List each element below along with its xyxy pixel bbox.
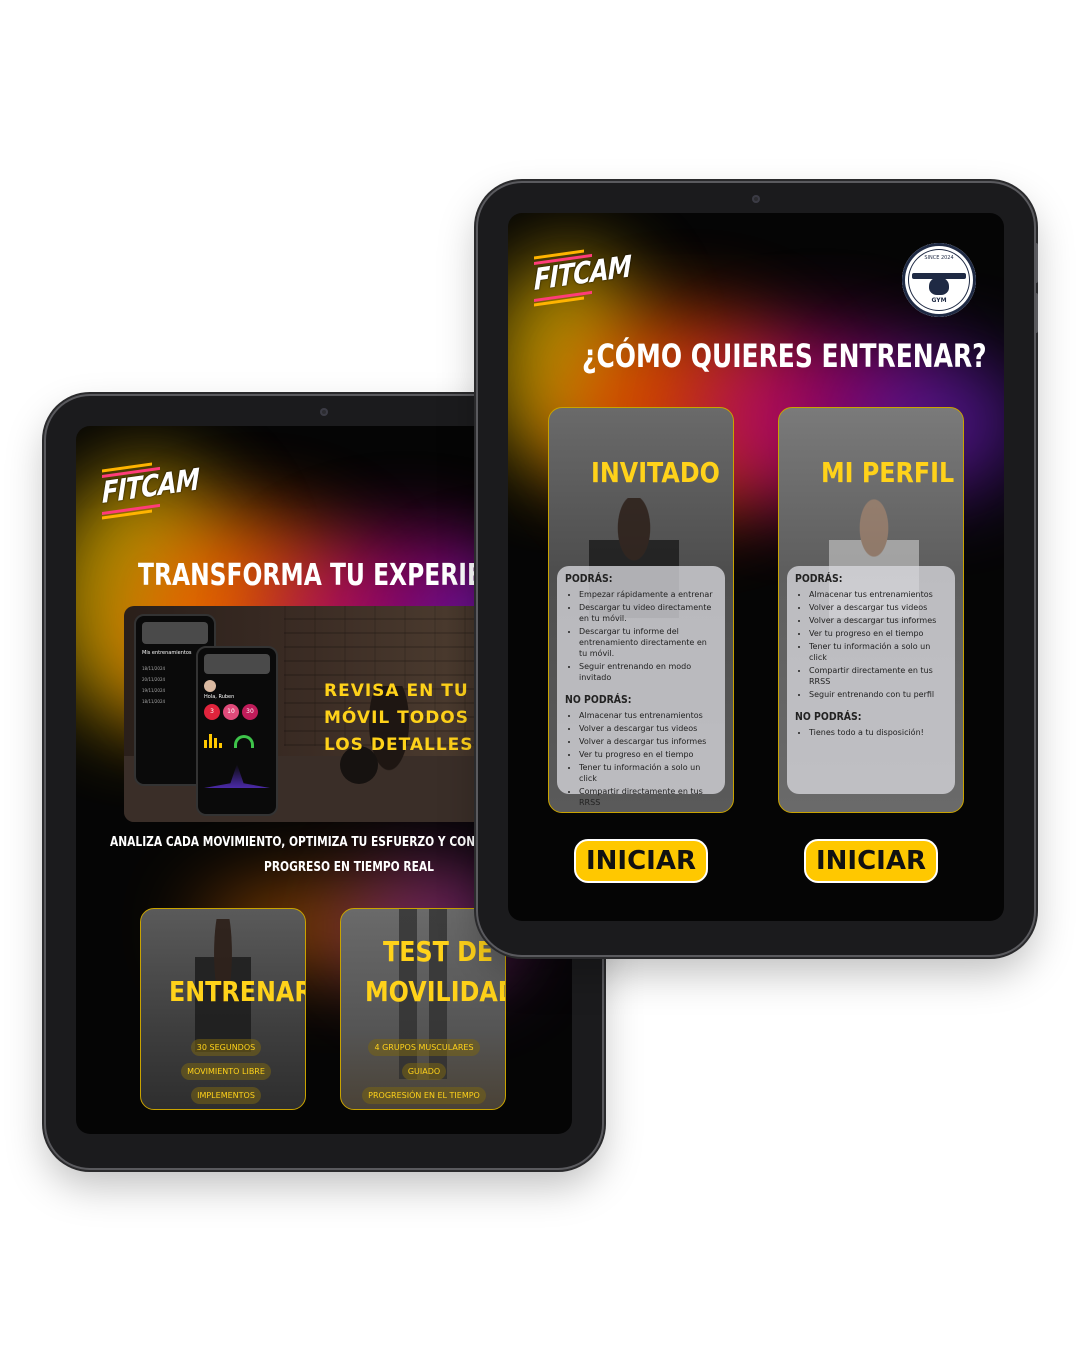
fitcam-logo: FITCAM (102, 462, 199, 522)
chip: 30 SEGUNDOS (190, 1039, 262, 1056)
tablet-right-screen: FITCAM SINCE 2024 GYM ¿CÓMO QUIERES ENTR… (508, 213, 1004, 921)
list-item: Volver a descargar tus informes (809, 615, 947, 626)
list-item: Ver tu progreso en el tiempo (809, 628, 947, 639)
stat-badge: 10 (223, 704, 239, 720)
promo-text: REVISA EN TU MÓVIL TODOS LOS DETALLES (324, 681, 474, 755)
phone-header-photo (142, 622, 208, 644)
option-title: MI PERFIL (821, 456, 955, 489)
can-list: Empezar rápidamente a entrenar Descargar… (565, 589, 717, 683)
card-chips: 4 GRUPOS MUSCULARES GUIADO PROGRESIÓN EN E… (349, 1035, 499, 1107)
side-button (1034, 293, 1038, 333)
list-item: Descargar tu video directamente en tu mó… (579, 602, 717, 624)
cannot-label: NO PODRÁS: (795, 710, 862, 723)
side-button (1034, 243, 1038, 283)
list-item: Empezar rápidamente a entrenar (579, 589, 717, 600)
chip: PROGRESIÓN EN EL TIEMPO (362, 1087, 486, 1104)
start-button-mi-perfil[interactable]: INICIAR (804, 839, 938, 883)
stat-badge: 3 (204, 704, 220, 720)
chip: 4 GRUPOS MUSCULARES (368, 1039, 480, 1056)
phone-bar-chart (204, 730, 270, 748)
card-title: ENTRENAR (169, 975, 306, 1008)
start-button-invitado[interactable]: INICIAR (574, 839, 708, 883)
subtitle-line-1: ANALIZA CADA MOVIMIENTO, OPTIMIZA TU ESF… (110, 835, 535, 850)
badge-bottom-text: GYM (931, 297, 947, 304)
chip: GUIADO (401, 1063, 447, 1080)
chip: MOVIMIENTO LIBRE (181, 1063, 271, 1080)
cannot-label: NO PODRÁS: (565, 693, 632, 706)
can-list: Almacenar tus entrenamientos Volver a de… (795, 589, 947, 700)
list-item: Tener tu información a solo un click (579, 762, 717, 784)
list-item: Almacenar tus entrenamientos (579, 710, 717, 721)
card-test-movilidad[interactable]: TEST DE MOVILIDAD 4 GRUPOS MUSCULARES GUI… (340, 908, 506, 1110)
badge-top-text: SINCE 2024 (924, 255, 954, 261)
camera-dot (752, 195, 760, 203)
card-title-line-2: MOVILIDAD (365, 975, 506, 1008)
tablet-right: FITCAM SINCE 2024 GYM ¿CÓMO QUIERES ENTR… (478, 183, 1038, 955)
list-item: Tener tu información a solo un click (809, 641, 947, 663)
list-item: Volver a descargar tus informes (579, 736, 717, 747)
fitcam-logo: FITCAM (534, 249, 631, 309)
phone-header-photo (204, 654, 270, 674)
phone-greeting: Hola, Ruben (204, 694, 235, 700)
kettlebell-icon (929, 277, 949, 295)
phone-large: Hola, Ruben 3 10 30 (196, 646, 278, 816)
chip: IMPLEMENTOS (191, 1087, 261, 1104)
card-entrenar[interactable]: ENTRENAR 30 SEGUNDOS MOVIMIENTO LIBRE IMPL… (140, 908, 306, 1110)
cannot-list: Tienes todo a tu disposición! (795, 727, 947, 738)
list-item: Seguir entrenando en modo invitado (579, 661, 717, 683)
option-card-invitado[interactable]: INVITADO PODRÁS: Empezar rápidamente a e… (548, 407, 734, 813)
list-item: Compartir directamente en tus RRSS (579, 786, 717, 808)
option-card-mi-perfil[interactable]: MI PERFIL PODRÁS: Almacenar tus entrenam… (778, 407, 964, 813)
card-chips: 30 SEGUNDOS MOVIMIENTO LIBRE IMPLEMENTOS (151, 1035, 301, 1107)
avatar (204, 680, 216, 692)
option-details: PODRÁS: Almacenar tus entrenamientos Vol… (787, 566, 955, 794)
stat-badge: 30 (242, 704, 258, 720)
card-title-line-1: TEST DE (383, 935, 494, 968)
list-item: Almacenar tus entrenamientos (809, 589, 947, 600)
option-title: INVITADO (591, 456, 720, 489)
can-label: PODRÁS: (795, 572, 843, 585)
list-item: Tienes todo a tu disposición! (809, 727, 947, 738)
list-item: Volver a descargar tus videos (579, 723, 717, 734)
list-item: Ver tu progreso en el tiempo (579, 749, 717, 760)
gym-badge-logo: SINCE 2024 GYM (902, 243, 976, 317)
list-item: Seguir entrenando con tu perfil (809, 689, 947, 700)
cannot-list: Almacenar tus entrenamientos Volver a de… (565, 710, 717, 808)
list-item: Volver a descargar tus videos (809, 602, 947, 613)
phone-line-chart (204, 764, 270, 788)
option-details: PODRÁS: Empezar rápidamente a entrenar D… (557, 566, 725, 807)
list-item: Descargar tu informe del entrenamiento d… (579, 626, 717, 659)
list-item: Compartir directamente en tus RRSS (809, 665, 947, 687)
camera-dot (320, 408, 328, 416)
can-label: PODRÁS: (565, 572, 613, 585)
phone-stats: 3 10 30 (204, 704, 270, 720)
page-title: ¿CÓMO QUIERES ENTRENAR? (582, 337, 987, 375)
